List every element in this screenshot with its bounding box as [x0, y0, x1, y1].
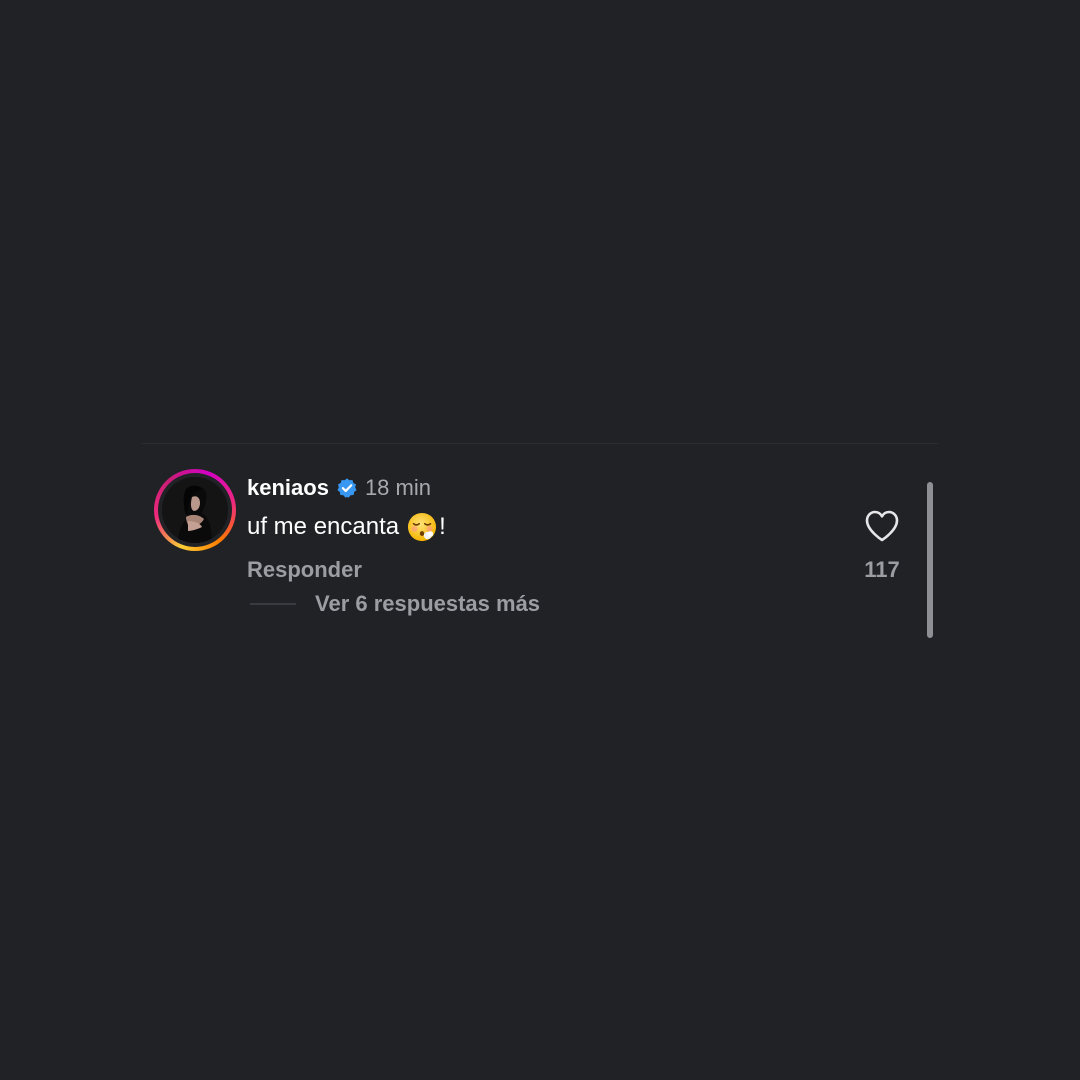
comment: keniaos 18 min uf me encanta ! Responder…: [0, 0, 1080, 1080]
reply-button[interactable]: Responder: [247, 557, 362, 583]
scrollbar[interactable]: [927, 482, 933, 638]
view-replies-button[interactable]: Ver 6 respuestas más: [315, 591, 540, 617]
heart-icon[interactable]: [864, 509, 900, 543]
face-exhaling-emoji: [408, 512, 437, 542]
comment-body: uf me encanta !: [247, 510, 446, 544]
avatar-story-ring[interactable]: [154, 469, 236, 551]
comment-text: uf me encanta: [247, 513, 400, 540]
comment-header: keniaos 18 min: [247, 473, 431, 503]
avatar-photo-icon: [162, 477, 228, 543]
avatar[interactable]: [162, 477, 228, 543]
comment-text-suffix: !: [439, 513, 446, 540]
like-count: 117: [864, 557, 900, 582]
comment-timestamp: 18 min: [364, 475, 431, 500]
username-link[interactable]: keniaos: [247, 475, 329, 501]
replies-connector-line: [250, 603, 296, 605]
verified-badge-icon: [337, 478, 357, 498]
